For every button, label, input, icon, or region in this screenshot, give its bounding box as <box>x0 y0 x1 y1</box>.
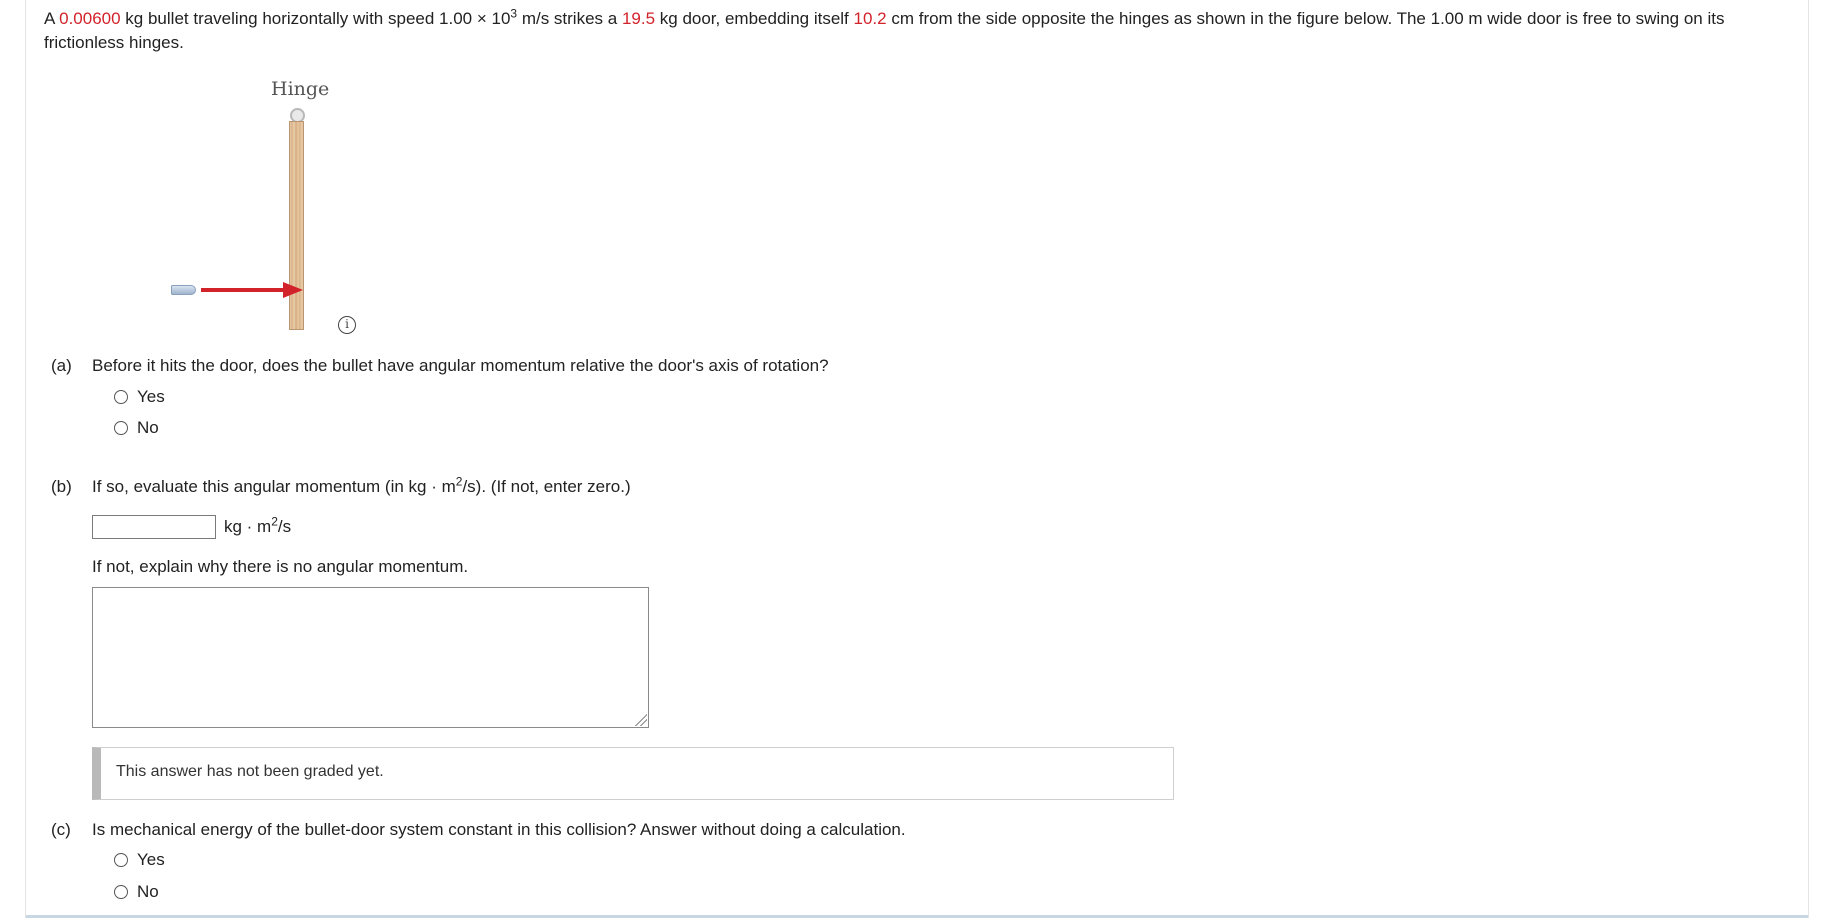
explain-prompt: If not, explain why there is no angular … <box>92 557 469 576</box>
unit-label: kg · m2/s <box>224 514 292 537</box>
door-mass-value: 19.5 <box>621 9 656 28</box>
radio-button[interactable] <box>114 390 128 404</box>
info-icon[interactable]: i <box>338 316 356 334</box>
hinge-label: Hinge <box>271 78 330 100</box>
radio-button[interactable] <box>114 885 128 899</box>
problem-text-3: m/s strikes a <box>517 9 622 28</box>
problem-text-1: A <box>44 9 60 28</box>
part-b-question: If so, evaluate this angular momentum (i… <box>92 475 631 497</box>
radio-button[interactable] <box>114 853 128 867</box>
velocity-arrow-head <box>283 282 303 298</box>
part-a-option-yes[interactable]: Yes <box>114 387 165 407</box>
radio-button[interactable] <box>114 421 128 435</box>
grading-status-box: This answer has not been graded yet. <box>92 747 1174 800</box>
unit-exp: 2 <box>271 514 278 529</box>
velocity-arrow <box>201 288 286 292</box>
part-a-option-no[interactable]: No <box>114 418 159 438</box>
grading-status-text: This answer has not been graded yet. <box>116 763 384 780</box>
door <box>289 121 304 330</box>
embed-distance-value: 10.2 <box>853 9 887 28</box>
part-a-letter: (a) <box>51 356 72 375</box>
bullet-icon <box>171 285 196 295</box>
problem-text-4: kg door, embedding itself <box>655 9 854 28</box>
bullet-mass-value: 0.00600 <box>59 9 121 28</box>
part-c-letter: (c) <box>51 820 71 839</box>
door-figure: Hinge <box>141 78 371 338</box>
part-c-option-no[interactable]: No <box>114 882 159 902</box>
problem-text-2: kg bullet traveling horizontally with sp… <box>120 9 511 28</box>
part-c-option-yes[interactable]: Yes <box>114 850 165 870</box>
angular-momentum-input[interactable] <box>92 515 216 539</box>
explanation-textarea[interactable] <box>92 587 649 728</box>
question-panel: A 0.00600 kg bullet traveling horizontal… <box>25 0 1809 918</box>
part-c-question: Is mechanical energy of the bullet-door … <box>92 820 906 839</box>
option-label: Yes <box>137 387 165 406</box>
unit-post: /s <box>277 517 292 536</box>
resize-handle-icon[interactable] <box>635 714 647 726</box>
part-b-q2: /s). (If not, enter zero.) <box>462 477 631 496</box>
problem-statement: A 0.00600 kg bullet traveling horizontal… <box>44 7 1804 55</box>
option-label: No <box>137 418 159 437</box>
part-a-question: Before it hits the door, does the bullet… <box>92 356 829 375</box>
option-label: Yes <box>137 850 165 869</box>
option-label: No <box>137 882 159 901</box>
unit-pre: kg · m <box>224 517 272 536</box>
part-b-q1: If so, evaluate this angular momentum (i… <box>92 477 456 496</box>
part-b-letter: (b) <box>51 477 72 496</box>
